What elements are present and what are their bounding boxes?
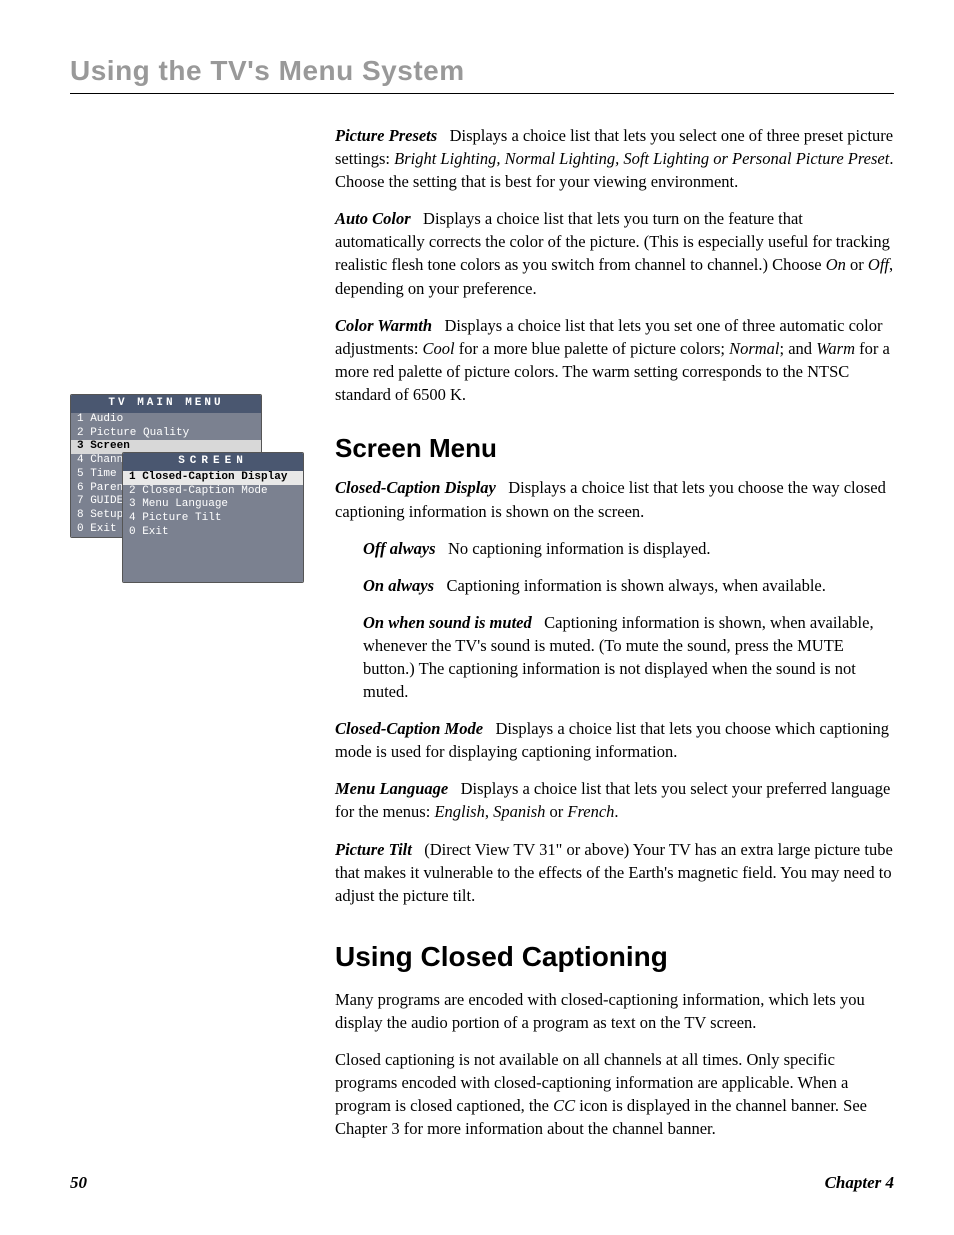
osd-submenu: SCREEN 1 Closed-Caption Display2 Closed-…: [122, 452, 304, 583]
label-menu-language: Menu Language: [335, 779, 448, 798]
body-text: Picture Presets Displays a choice list t…: [335, 124, 894, 1155]
para-on-mute: On when sound is muted Captioning inform…: [363, 611, 894, 703]
label-auto-color: Auto Color: [335, 209, 411, 228]
page-number: 50: [70, 1173, 87, 1193]
para-auto-color: Auto Color Displays a choice list that l…: [335, 207, 894, 299]
label-color-warmth: Color Warmth: [335, 316, 432, 335]
para-off-always: Off always No captioning information is …: [363, 537, 894, 560]
label-picture-presets: Picture Presets: [335, 126, 437, 145]
osd-illustration: TV MAIN MENU 1 Audio2 Picture Quality3 S…: [70, 394, 295, 538]
page-header: Using the TV's Menu System: [70, 55, 894, 94]
para-on-always: On always Captioning information is show…: [363, 574, 894, 597]
para-ucc-1: Many programs are encoded with closed-ca…: [335, 988, 894, 1034]
osd-sub-item: 1 Closed-Caption Display: [123, 471, 303, 485]
label-cc-mode: Closed-Caption Mode: [335, 719, 483, 738]
label-on-mute: On when sound is muted: [363, 613, 532, 632]
heading-using-cc: Using Closed Captioning: [335, 937, 894, 976]
osd-main-title: TV MAIN MENU: [71, 395, 261, 413]
para-cc-display: Closed-Caption Display Displays a choice…: [335, 476, 894, 522]
osd-sub-title: SCREEN: [123, 453, 303, 471]
page-footer: 50 Chapter 4: [70, 1173, 894, 1193]
label-off-always: Off always: [363, 539, 436, 558]
label-picture-tilt: Picture Tilt: [335, 840, 412, 859]
para-picture-presets: Picture Presets Displays a choice list t…: [335, 124, 894, 193]
para-ucc-2: Closed captioning is not available on al…: [335, 1048, 894, 1140]
osd-sub-item: 0 Exit: [123, 526, 303, 540]
osd-sub-item: 2 Closed-Caption Mode: [123, 485, 303, 499]
osd-main-item: 2 Picture Quality: [71, 427, 261, 441]
chapter-label: Chapter 4: [825, 1173, 894, 1193]
para-color-warmth: Color Warmth Displays a choice list that…: [335, 314, 894, 406]
para-menu-language: Menu Language Displays a choice list tha…: [335, 777, 894, 823]
heading-screen-menu: Screen Menu: [335, 430, 894, 466]
label-cc-display: Closed-Caption Display: [335, 478, 496, 497]
sidebar: TV MAIN MENU 1 Audio2 Picture Quality3 S…: [70, 124, 305, 1155]
osd-main-item: 1 Audio: [71, 413, 261, 427]
para-picture-tilt: Picture Tilt (Direct View TV 31" or abov…: [335, 838, 894, 907]
para-cc-mode: Closed-Caption Mode Displays a choice li…: [335, 717, 894, 763]
label-on-always: On always: [363, 576, 434, 595]
osd-sub-item: 3 Menu Language: [123, 498, 303, 512]
osd-sub-item: 4 Picture Tilt: [123, 512, 303, 526]
